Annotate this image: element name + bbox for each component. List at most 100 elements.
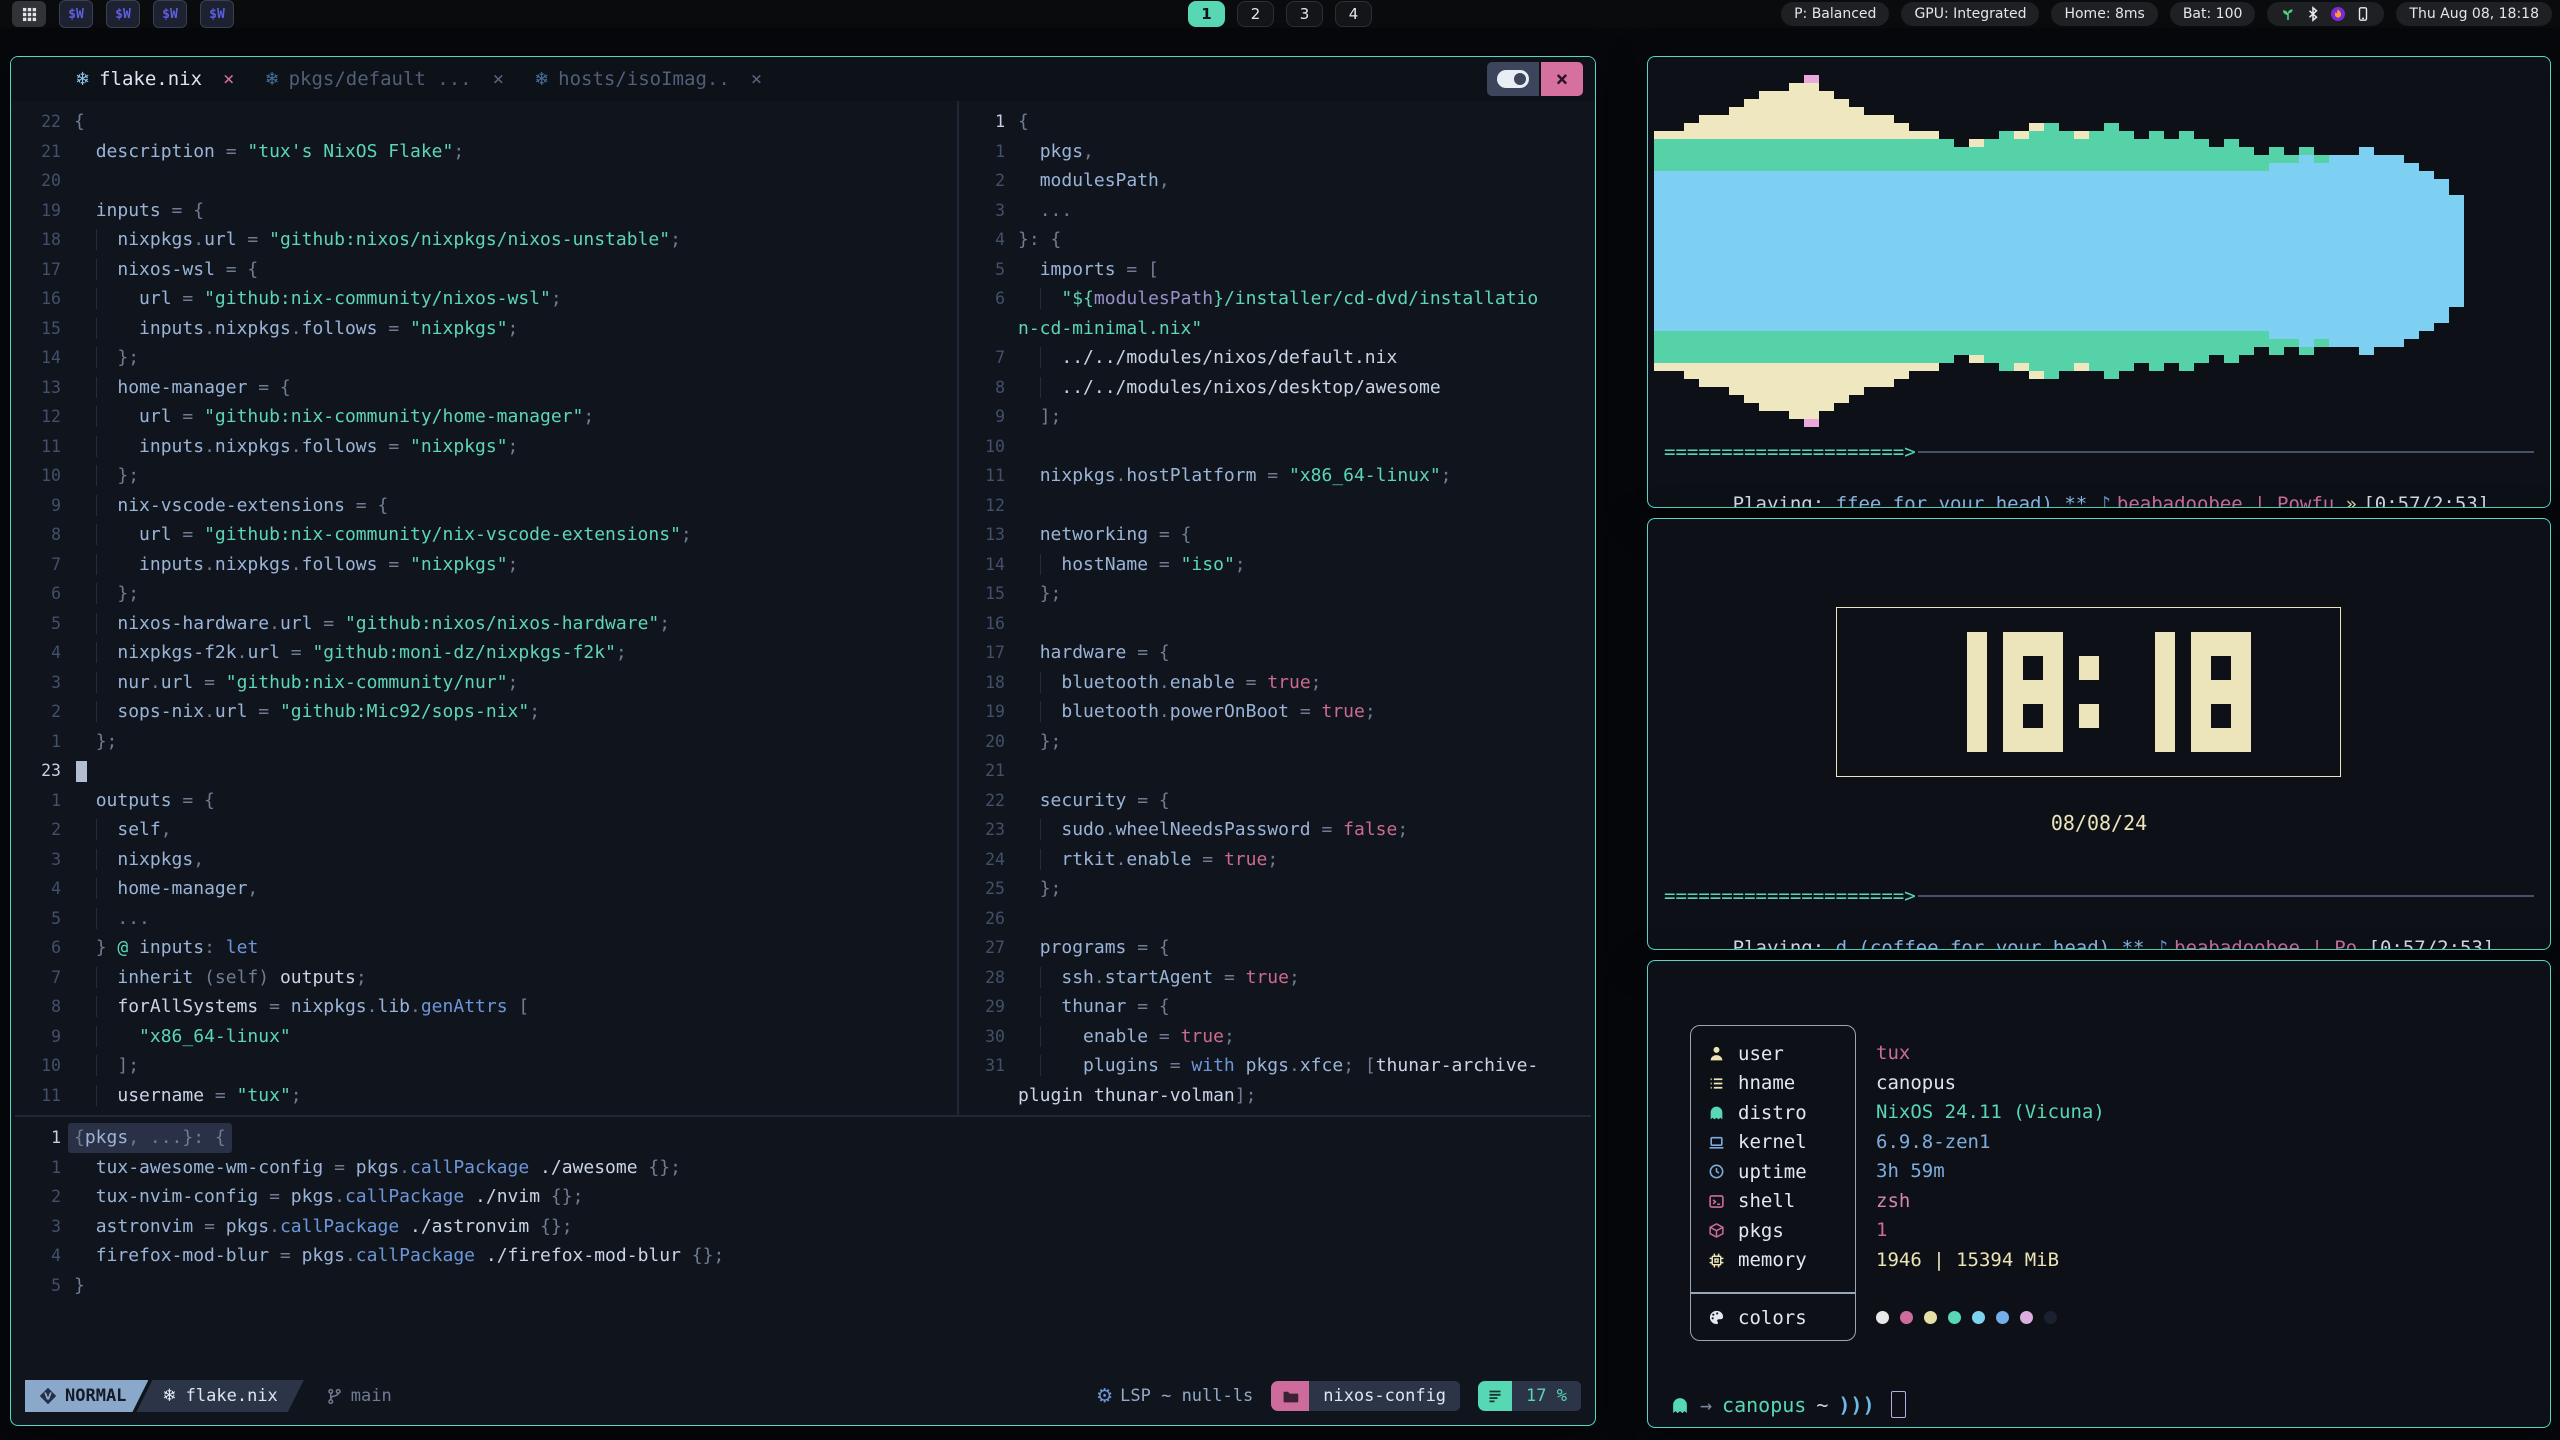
- code-line[interactable]: 5}: [19, 1271, 949, 1301]
- tab-close-icon[interactable]: ×: [751, 68, 762, 90]
- code-line[interactable]: 15 };: [963, 579, 1593, 609]
- window-close-button[interactable]: ×: [1541, 62, 1583, 96]
- code-line[interactable]: 4 firefox-mod-blur = pkgs.callPackage ./…: [19, 1241, 949, 1271]
- terminal-app-button[interactable]: $W: [106, 0, 140, 28]
- code-line[interactable]: 20: [19, 166, 955, 196]
- code-pane-flake[interactable]: 22{21 description = "tux's NixOS Flake";…: [19, 107, 955, 1110]
- code-pane-iso[interactable]: 1{1 pkgs,2 modulesPath,3 ...4}: {5 impor…: [963, 107, 1593, 1110]
- code-line[interactable]: 18 nixpkgs.url = "github:nixos/nixpkgs/n…: [19, 225, 955, 255]
- code-line[interactable]: 9 "x86_64-linux": [19, 1022, 955, 1052]
- code-line[interactable]: 5 nixos-hardware.url = "github:nixos/nix…: [19, 609, 955, 639]
- code-line[interactable]: 25 };: [963, 874, 1593, 904]
- code-line[interactable]: n-cd-minimal.nix": [963, 314, 1593, 344]
- code-line[interactable]: 6 };: [19, 579, 955, 609]
- tab-hosts-isoImag-[interactable]: ❄hosts/isoImag..×: [534, 68, 762, 90]
- terminal-app-button[interactable]: $W: [200, 0, 234, 28]
- pane-separator-vertical[interactable]: [957, 101, 959, 1115]
- code-line[interactable]: 13 home-manager = {: [19, 373, 955, 403]
- terminal-app-button[interactable]: $W: [59, 0, 93, 28]
- code-line[interactable]: 8 ../../modules/nixos/desktop/awesome: [963, 373, 1593, 403]
- code-line[interactable]: 22{: [19, 107, 955, 137]
- code-line[interactable]: 15 inputs.nixpkgs.follows = "nixpkgs";: [19, 314, 955, 344]
- code-line[interactable]: 3 nixpkgs,: [19, 845, 955, 875]
- code-line[interactable]: 6 "${modulesPath}/installer/cd-dvd/insta…: [963, 284, 1593, 314]
- system-tray[interactable]: [2267, 2, 2384, 26]
- code-line[interactable]: 23: [19, 756, 955, 786]
- code-line[interactable]: 5 imports = [: [963, 255, 1593, 285]
- code-line[interactable]: 3 astronvim = pkgs.callPackage ./astronv…: [19, 1212, 949, 1242]
- code-line[interactable]: 1 };: [19, 727, 955, 757]
- code-line[interactable]: 1{pkgs, ...}: {: [19, 1123, 949, 1153]
- code-line[interactable]: 6 } @ inputs: let: [19, 933, 955, 963]
- code-line[interactable]: 17 hardware = {: [963, 638, 1593, 668]
- code-line[interactable]: 16: [963, 609, 1593, 639]
- tab-flake-nix[interactable]: ❄flake.nix×: [75, 68, 235, 90]
- code-line[interactable]: 12: [963, 491, 1593, 521]
- code-line[interactable]: 2 tux-nvim-config = pkgs.callPackage ./n…: [19, 1182, 949, 1212]
- tab-close-icon[interactable]: ×: [493, 68, 504, 90]
- code-line[interactable]: 7 inherit (self) outputs;: [19, 963, 955, 993]
- code-line[interactable]: 1 tux-awesome-wm-config = pkgs.callPacka…: [19, 1153, 949, 1183]
- code-line[interactable]: 27 programs = {: [963, 933, 1593, 963]
- code-line[interactable]: 11 username = "tux";: [19, 1081, 955, 1111]
- code-line[interactable]: 1{: [963, 107, 1593, 137]
- code-line[interactable]: 29 thunar = {: [963, 992, 1593, 1022]
- code-line[interactable]: 21: [963, 756, 1593, 786]
- code-line[interactable]: 2 sops-nix.url = "github:Mic92/sops-nix"…: [19, 697, 955, 727]
- shell-prompt[interactable]: → canopus ~ ))): [1670, 1391, 1906, 1418]
- code-line[interactable]: 10 };: [19, 461, 955, 491]
- code-line[interactable]: 20 };: [963, 727, 1593, 757]
- terminal-app-button[interactable]: $W: [153, 0, 187, 28]
- code-line[interactable]: 28 ssh.startAgent = true;: [963, 963, 1593, 993]
- workspace-tag-2[interactable]: 2: [1237, 1, 1274, 27]
- code-line[interactable]: 2 self,: [19, 815, 955, 845]
- code-line[interactable]: 11 nixpkgs.hostPlatform = "x86_64-linux"…: [963, 461, 1593, 491]
- code-line[interactable]: 3 ...: [963, 196, 1593, 226]
- code-line[interactable]: 4}: {: [963, 225, 1593, 255]
- workspace-tag-3[interactable]: 3: [1286, 1, 1323, 27]
- code-line[interactable]: 10: [963, 432, 1593, 462]
- code-line[interactable]: 8 forAllSystems = nixpkgs.lib.genAttrs [: [19, 992, 955, 1022]
- code-line[interactable]: 1 pkgs,: [963, 137, 1593, 167]
- code-line[interactable]: 19 inputs = {: [19, 196, 955, 226]
- code-line[interactable]: 22 security = {: [963, 786, 1593, 816]
- app-launcher-button[interactable]: [12, 1, 46, 27]
- workspace-tag-4[interactable]: 4: [1335, 1, 1372, 27]
- code-line[interactable]: 4 nixpkgs-f2k.url = "github:moni-dz/nixp…: [19, 638, 955, 668]
- code-line[interactable]: 12 url = "github:nix-community/home-mana…: [19, 402, 955, 432]
- code-line[interactable]: 7 inputs.nixpkgs.follows = "nixpkgs";: [19, 550, 955, 580]
- git-branch: main: [326, 1386, 392, 1406]
- code-line[interactable]: 30 enable = true;: [963, 1022, 1593, 1052]
- code-line[interactable]: 14 hostName = "iso";: [963, 550, 1593, 580]
- code-line[interactable]: 14 };: [19, 343, 955, 373]
- code-line[interactable]: 9 ];: [963, 402, 1593, 432]
- code-line[interactable]: 18 bluetooth.enable = true;: [963, 668, 1593, 698]
- code-line[interactable]: 10 ];: [19, 1051, 955, 1081]
- code-line[interactable]: 5 ...: [19, 904, 955, 934]
- code-line[interactable]: 7 ../../modules/nixos/default.nix: [963, 343, 1593, 373]
- code-line[interactable]: 2 modulesPath,: [963, 166, 1593, 196]
- code-line[interactable]: 9 nix-vscode-extensions = {: [19, 491, 955, 521]
- code-line[interactable]: plugin thunar-volman];: [963, 1081, 1593, 1111]
- toggle-button[interactable]: [1487, 62, 1539, 96]
- code-line[interactable]: 17 nixos-wsl = {: [19, 255, 955, 285]
- code-pane-default[interactable]: 1{pkgs, ...}: {1 tux-awesome-wm-config =…: [19, 1123, 949, 1300]
- code-line[interactable]: 24 rtkit.enable = true;: [963, 845, 1593, 875]
- code-line[interactable]: 26: [963, 904, 1593, 934]
- code-line[interactable]: 8 url = "github:nix-community/nix-vscode…: [19, 520, 955, 550]
- code-line[interactable]: 23 sudo.wheelNeedsPassword = false;: [963, 815, 1593, 845]
- code-line[interactable]: 21 description = "tux's NixOS Flake";: [19, 137, 955, 167]
- code-line[interactable]: 3 nur.url = "github:nix-community/nur";: [19, 668, 955, 698]
- code-line[interactable]: 4 home-manager,: [19, 874, 955, 904]
- tab-close-icon[interactable]: ×: [223, 68, 234, 90]
- playing-label: Playing:: [1733, 937, 1836, 950]
- tab-pkgs-default-[interactable]: ❄pkgs/default ...×: [265, 68, 505, 90]
- code-line[interactable]: 16 url = "github:nix-community/nixos-wsl…: [19, 284, 955, 314]
- workspace-tag-1[interactable]: 1: [1188, 1, 1225, 27]
- pane-separator-horizontal[interactable]: [15, 1115, 1591, 1117]
- code-line[interactable]: 11 inputs.nixpkgs.follows = "nixpkgs";: [19, 432, 955, 462]
- code-line[interactable]: 19 bluetooth.powerOnBoot = true;: [963, 697, 1593, 727]
- code-line[interactable]: 1 outputs = {: [19, 786, 955, 816]
- code-line[interactable]: 13 networking = {: [963, 520, 1593, 550]
- code-line[interactable]: 31 plugins = with pkgs.xfce; [thunar-arc…: [963, 1051, 1593, 1081]
